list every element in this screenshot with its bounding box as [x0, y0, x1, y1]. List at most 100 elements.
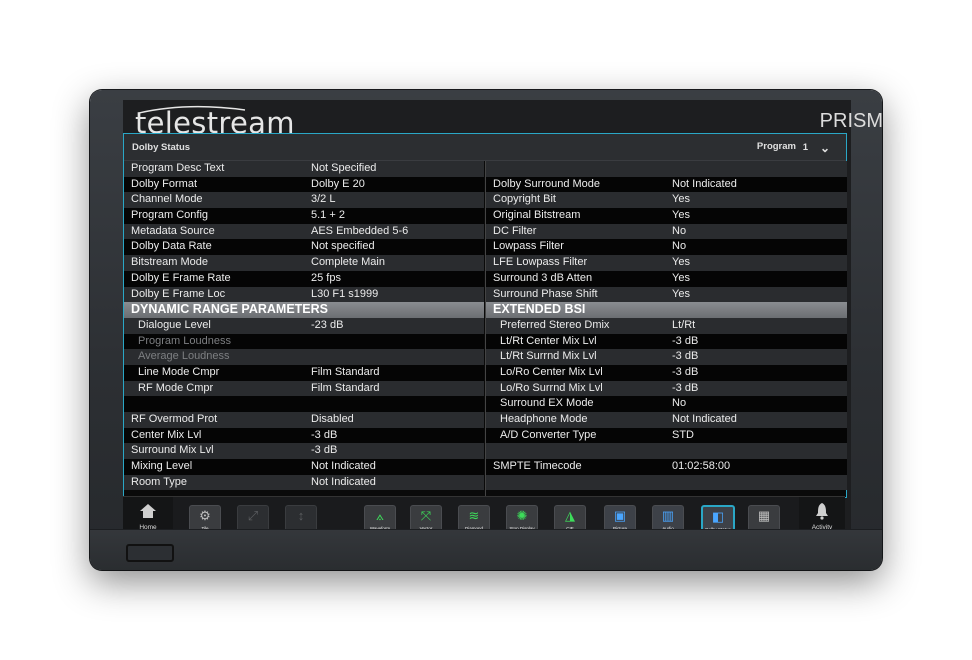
row-value: -3 dB	[311, 428, 338, 441]
waveform-icon: ⟑	[376, 508, 384, 523]
row-label: Surround Phase Shift	[493, 287, 598, 300]
row-label: Program Config	[131, 209, 209, 222]
row-label: Lt/Rt Surrnd Mix Lvl	[500, 350, 597, 363]
row-value: -3 dB	[672, 365, 699, 378]
row-value: Yes	[672, 256, 690, 269]
row-label: Surround EX Mode	[500, 397, 594, 410]
row-label: Original Bitstream	[493, 209, 581, 222]
row-label: Line Mode Cmpr	[138, 365, 220, 378]
status-row: Surround EX Mode No	[486, 396, 847, 412]
row-value: -3 dB	[311, 444, 338, 457]
status-row: RF Overmod Prot Disabled	[124, 412, 484, 428]
gear-icon: ⚙	[199, 508, 211, 523]
status-row: Copyright Bit Yes	[486, 192, 847, 209]
row-value: Disabled	[311, 413, 354, 425]
row-label: Dolby E Frame Loc	[131, 287, 226, 300]
updown-icon: ↕	[297, 508, 305, 523]
status-row: SMPTE Timecode 01:02:58:00	[486, 459, 847, 475]
row-label: Program Desc Text	[131, 162, 225, 174]
row-label: Headphone Mode	[500, 413, 588, 425]
status-row: Program Config 5.1 + 2	[124, 208, 484, 224]
row-label: Copyright Bit	[493, 193, 556, 206]
status-row: Dolby Surround Mode Not Indicated	[486, 176, 847, 193]
grid-icon: ▦	[757, 508, 771, 523]
row-value: Not Indicated	[672, 413, 737, 425]
chevron-down-icon[interactable]: ⌄	[820, 141, 830, 155]
row-label: Dialogue Level	[138, 318, 211, 331]
row-value: Not specified	[311, 240, 375, 253]
program-selector-value[interactable]: 1	[803, 142, 808, 153]
row-value: 25 fps	[311, 271, 341, 284]
status-row: Line Mode Cmpr Film Standard	[124, 364, 484, 381]
status-row: Dolby Format Dolby E 20	[124, 176, 484, 193]
status-columns: Program Desc Text Not Specified Dolby Form…	[124, 161, 847, 497]
expand-icon: ⤢	[247, 508, 259, 523]
status-row: Bitstream Mode Complete Main	[124, 255, 484, 271]
row-value: -3 dB	[672, 334, 699, 347]
status-row: Surround 3 dB Atten Yes	[486, 270, 847, 287]
status-row: Preferred Stereo Dmix Lt/Rt	[486, 317, 847, 334]
row-label: SMPTE Timecode	[493, 460, 582, 473]
status-row: Headphone Mode Not Indicated	[486, 412, 847, 428]
dolby-icon: ◧	[711, 509, 725, 524]
row-value: Not Indicated	[672, 177, 737, 190]
status-row: Surround Phase Shift Yes	[486, 286, 847, 303]
row-value: Yes	[672, 287, 690, 300]
row-value: Film Standard	[311, 365, 380, 378]
row-label: DC Filter	[493, 224, 537, 237]
row-label: Dolby Data Rate	[131, 240, 212, 253]
row-label: Surround 3 dB Atten	[493, 271, 593, 284]
row-label: A/D Converter Type	[500, 428, 597, 441]
status-row: Channel Mode 3/2 L	[124, 192, 484, 209]
screen: telestream PRISM Dolby Status Program 1 …	[123, 100, 883, 539]
status-row: Metadata Source AES Embedded 5-6	[124, 223, 484, 240]
row-value: Yes	[672, 193, 690, 206]
monitor-bezel: telestream PRISM Dolby Status Program 1 …	[90, 90, 883, 570]
row-value: No	[672, 224, 687, 237]
status-row: A/D Converter Type STD	[486, 427, 847, 444]
product-name: PRISM	[819, 110, 883, 132]
status-row: EXTENDED BSI	[486, 302, 847, 318]
power-button[interactable]	[126, 544, 174, 562]
status-row: Dolby E Frame Rate 25 fps	[124, 270, 484, 287]
row-value: Not Indicated	[311, 475, 376, 488]
row-label: Mixing Level	[131, 460, 193, 473]
row-value: Film Standard	[311, 381, 380, 394]
status-row: Lo/Ro Surrnd Mix Lvl -3 dB	[486, 380, 847, 397]
panel-header: Dolby Status Program 1 ⌄	[124, 134, 846, 161]
row-label: DYNAMIC RANGE PARAMETERS	[131, 302, 328, 317]
row-label: Room Type	[131, 475, 188, 488]
row-value: Yes	[672, 271, 690, 284]
bezel-bottom	[90, 529, 882, 570]
status-row: Room Type Not Indicated	[124, 474, 484, 491]
picture-icon: ▣	[613, 508, 627, 523]
status-row	[486, 443, 847, 460]
row-value: No	[672, 397, 687, 410]
row-value: Complete Main	[311, 256, 385, 269]
row-value: -23 dB	[311, 318, 344, 331]
bell-icon	[816, 503, 828, 520]
status-row: Lo/Ro Center Mix Lvl -3 dB	[486, 364, 847, 381]
row-value: Dolby E 20	[311, 177, 365, 190]
row-label: Average Loudness	[138, 350, 230, 363]
status-row: Program Loudness	[124, 333, 484, 350]
row-label: Preferred Stereo Dmix	[500, 318, 610, 331]
row-label: Dolby Surround Mode	[493, 177, 601, 190]
stop-display-icon: ✺	[516, 508, 528, 523]
row-value: 3/2 L	[311, 193, 336, 206]
row-label: Surround Mix Lvl	[131, 444, 214, 457]
status-row: Surround Mix Lvl -3 dB	[124, 443, 484, 460]
status-row: Dialogue Level -23 dB	[124, 317, 484, 334]
panel-title: Dolby Status	[132, 142, 191, 153]
row-value: Not Specified	[311, 162, 377, 174]
row-label: Center Mix Lvl	[131, 428, 202, 441]
status-row: Average Loudness	[124, 349, 484, 365]
row-value: 01:02:58:00	[672, 460, 731, 473]
cie-icon: ◮	[565, 508, 575, 523]
row-value: 5.1 + 2	[311, 209, 345, 222]
status-row: Program Desc Text Not Specified	[124, 161, 484, 177]
status-row: DC Filter No	[486, 223, 847, 240]
diamond-icon: ≋	[468, 508, 480, 523]
row-value: Yes	[672, 209, 690, 222]
status-row: Lowpass Filter No	[486, 239, 847, 256]
